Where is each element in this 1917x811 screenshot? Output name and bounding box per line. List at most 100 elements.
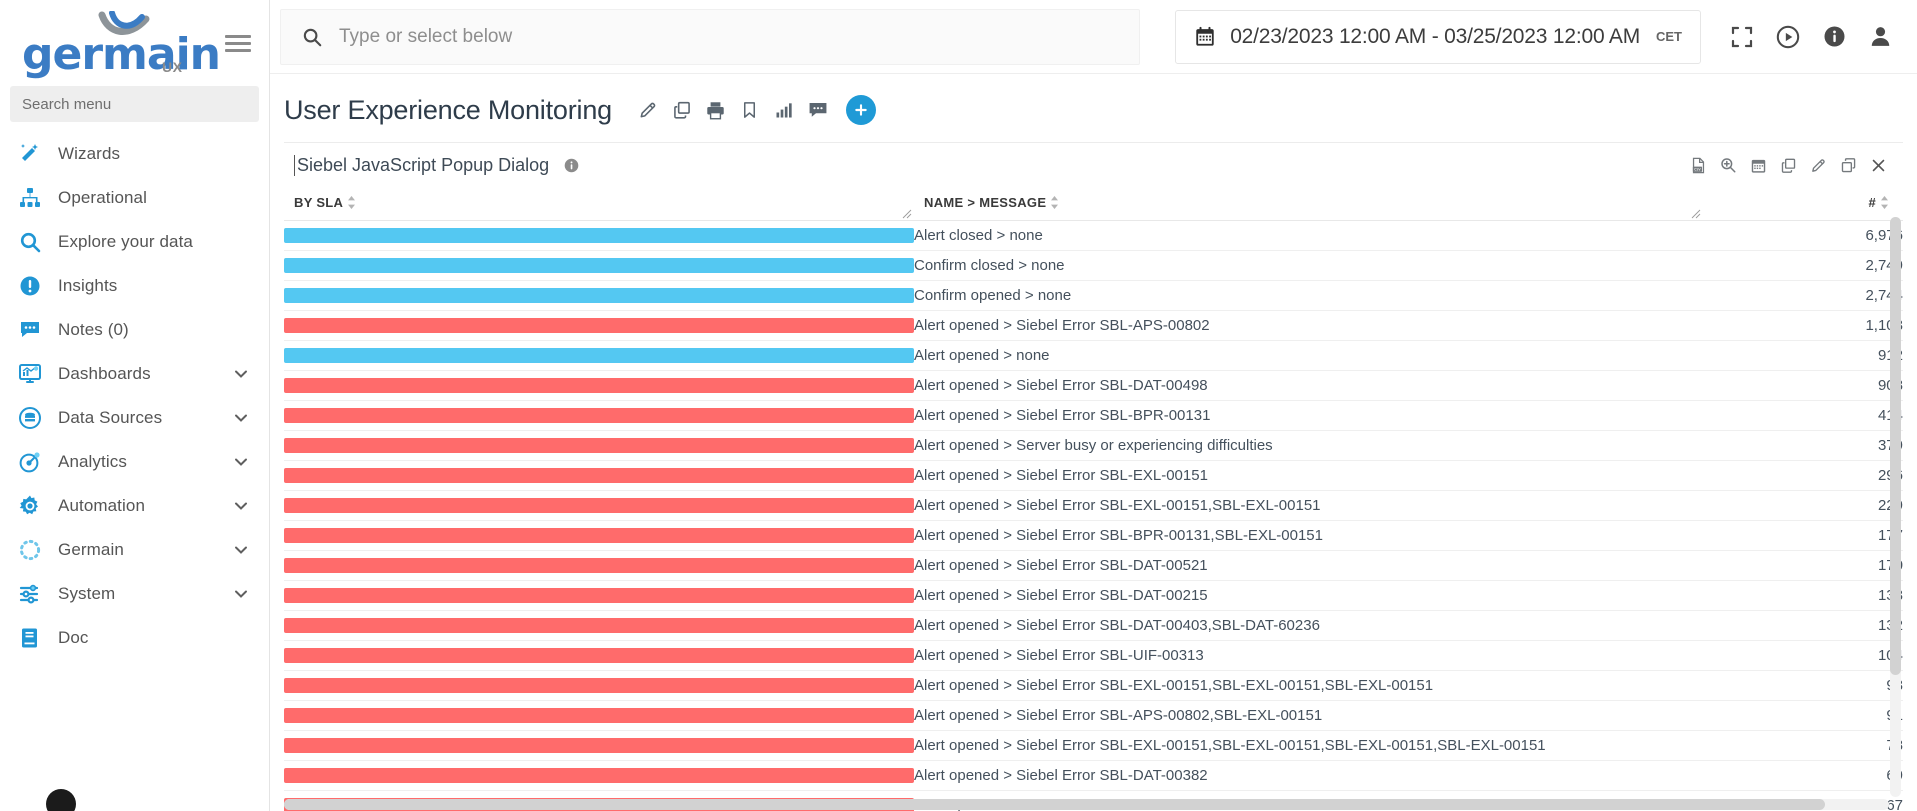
sidebar-item-germain[interactable]: Germain	[0, 528, 269, 572]
global-search-input[interactable]: Type or select below	[280, 8, 1140, 65]
play-icon[interactable]	[1765, 14, 1811, 60]
sla-bar-cell[interactable]	[284, 460, 914, 491]
message-cell[interactable]: Alert opened > none	[914, 340, 1703, 371]
message-cell[interactable]: Alert opened > Siebel Error SBL-APS-0080…	[914, 700, 1703, 731]
message-cell[interactable]: Alert opened > Siebel Error SBL-APS-0080…	[914, 310, 1703, 341]
table-row[interactable]: Alert opened > Siebel Error SBL-DAT-0040…	[284, 610, 1903, 641]
message-cell[interactable]: Alert opened > Siebel Error SBL-BPR-0013…	[914, 400, 1703, 431]
duplicate-icon[interactable]	[1835, 152, 1861, 178]
table-row[interactable]: Alert opened > Siebel Error SBL-UIF-0031…	[284, 640, 1903, 671]
table-row[interactable]: Confirm opened > none 2,744	[284, 280, 1903, 311]
sla-bar-cell[interactable]	[284, 670, 914, 701]
message-cell[interactable]: Alert opened > Siebel Error SBL-UIF-0031…	[914, 640, 1703, 671]
copy-icon[interactable]	[1775, 152, 1801, 178]
sidebar-item-doc[interactable]: Doc	[0, 616, 269, 660]
sidebar-item-analytics[interactable]: Analytics	[0, 440, 269, 484]
csv-export-icon[interactable]: csv	[1685, 152, 1711, 178]
sla-bar-cell[interactable]	[284, 340, 914, 371]
sidebar-item-explore-your-data[interactable]: Explore your data	[0, 220, 269, 264]
table-row[interactable]: Alert opened > Siebel Error SBL-DAT-0052…	[284, 550, 1903, 581]
table-row[interactable]: Alert opened > Siebel Error SBL-DAT-0021…	[284, 580, 1903, 611]
sla-bar-cell[interactable]	[284, 550, 914, 581]
collapse-handle[interactable]	[46, 789, 76, 811]
sidebar-search-input[interactable]: Search menu	[10, 86, 259, 122]
column-header-count[interactable]: #	[1703, 187, 1903, 221]
sidebar-item-dashboards[interactable]: Dashboards	[0, 352, 269, 396]
sla-bar-cell[interactable]	[284, 520, 914, 551]
horizontal-scrollbar[interactable]	[284, 799, 1889, 810]
table-row[interactable]: Alert closed > none 6,976	[284, 220, 1903, 251]
column-resize-handle[interactable]	[902, 209, 912, 219]
horizontal-scrollbar-thumb[interactable]	[284, 799, 1825, 810]
sidebar-item-insights[interactable]: Insights	[0, 264, 269, 308]
message-cell[interactable]: Confirm opened > none	[914, 280, 1703, 311]
column-resize-handle[interactable]	[1691, 209, 1701, 219]
table-row[interactable]: Alert opened > Siebel Error SBL-EXL-0015…	[284, 730, 1903, 761]
table-row[interactable]: Alert opened > Siebel Error SBL-APS-0080…	[284, 310, 1903, 341]
message-cell[interactable]: Confirm closed > none	[914, 250, 1703, 281]
edit-pencil-icon[interactable]	[1805, 152, 1831, 178]
column-header-by-sla[interactable]: BY SLA	[284, 187, 914, 221]
info-icon[interactable]	[563, 157, 580, 174]
table-row[interactable]: Confirm closed > none 2,749	[284, 250, 1903, 281]
date-range-picker[interactable]: 02/23/2023 12:00 AM - 03/25/2023 12:00 A…	[1175, 9, 1701, 64]
table-row[interactable]: Alert opened > Siebel Error SBL-APS-0080…	[284, 700, 1903, 731]
message-cell[interactable]: Alert opened > Server busy or experienci…	[914, 430, 1703, 461]
sla-bar-cell[interactable]	[284, 220, 914, 251]
info-icon[interactable]	[1811, 14, 1857, 60]
sla-bar-cell[interactable]	[284, 700, 914, 731]
message-cell[interactable]: Alert opened > Siebel Error SBL-EXL-0015…	[914, 670, 1703, 701]
message-cell[interactable]: Alert opened > Siebel Error SBL-DAT-0021…	[914, 580, 1703, 611]
message-cell[interactable]: Alert closed > none	[914, 220, 1703, 251]
widget-title[interactable]: Siebel JavaScript Popup Dialog	[294, 154, 549, 176]
chevron-down-icon[interactable]	[231, 496, 251, 516]
copy-icon[interactable]	[666, 94, 698, 126]
sidebar-item-automation[interactable]: Automation	[0, 484, 269, 528]
message-cell[interactable]: Alert opened > Siebel Error SBL-BPR-0013…	[914, 520, 1703, 551]
table-row[interactable]: Alert opened > Siebel Error SBL-BPR-0013…	[284, 520, 1903, 551]
sidebar-item-operational[interactable]: Operational	[0, 176, 269, 220]
table-row[interactable]: Alert opened > Siebel Error SBL-EXL-0015…	[284, 460, 1903, 491]
table-row[interactable]: Alert opened > Siebel Error SBL-BPR-0013…	[284, 400, 1903, 431]
close-icon[interactable]	[1865, 152, 1891, 178]
zoom-in-icon[interactable]	[1715, 152, 1741, 178]
sla-bar-cell[interactable]	[284, 640, 914, 671]
chevron-down-icon[interactable]	[231, 584, 251, 604]
message-cell[interactable]: Alert opened > Siebel Error SBL-EXL-0015…	[914, 460, 1703, 491]
chevron-down-icon[interactable]	[231, 452, 251, 472]
bookmark-icon[interactable]	[734, 94, 766, 126]
message-cell[interactable]: Alert opened > Siebel Error SBL-EXL-0015…	[914, 730, 1703, 761]
message-cell[interactable]: Alert opened > Siebel Error SBL-DAT-0049…	[914, 370, 1703, 401]
table-row[interactable]: Alert opened > Siebel Error SBL-DAT-0049…	[284, 370, 1903, 401]
sla-bar-cell[interactable]	[284, 580, 914, 611]
sla-bar-cell[interactable]	[284, 250, 914, 281]
chevron-down-icon[interactable]	[231, 364, 251, 384]
chevron-down-icon[interactable]	[231, 408, 251, 428]
edit-pencil-icon[interactable]	[632, 94, 664, 126]
sla-bar-cell[interactable]	[284, 310, 914, 341]
sla-bar-cell[interactable]	[284, 400, 914, 431]
bar-chart-icon[interactable]	[768, 94, 800, 126]
table-row[interactable]: Alert opened > Siebel Error SBL-EXL-0015…	[284, 490, 1903, 521]
user-icon[interactable]	[1857, 14, 1903, 60]
chevron-down-icon[interactable]	[231, 540, 251, 560]
sla-bar-cell[interactable]	[284, 430, 914, 461]
sidebar-item-wizards[interactable]: Wizards	[0, 132, 269, 176]
vertical-scrollbar-thumb[interactable]	[1890, 217, 1901, 675]
sla-bar-cell[interactable]	[284, 760, 914, 791]
table-row[interactable]: Alert opened > Siebel Error SBL-DAT-0038…	[284, 760, 1903, 791]
data-table-container[interactable]: BY SLA NAME > MESSAGE # Alert closed > n…	[284, 187, 1903, 811]
table-row[interactable]: Alert opened > Siebel Error SBL-EXL-0015…	[284, 670, 1903, 701]
sla-bar-cell[interactable]	[284, 370, 914, 401]
menu-toggle-icon[interactable]	[225, 31, 251, 56]
table-row[interactable]: Alert opened > none912	[284, 340, 1903, 371]
message-cell[interactable]: Alert opened > Siebel Error SBL-DAT-0040…	[914, 610, 1703, 641]
germain-logo[interactable]: germain UX	[10, 9, 221, 80]
sidebar-item-notes[interactable]: Notes (0)	[0, 308, 269, 352]
table-row[interactable]: Alert opened > Server busy or experienci…	[284, 430, 1903, 461]
vertical-scrollbar[interactable]	[1890, 217, 1901, 797]
sla-bar-cell[interactable]	[284, 490, 914, 521]
sla-bar-cell[interactable]	[284, 730, 914, 761]
message-cell[interactable]: Alert opened > Siebel Error SBL-DAT-0052…	[914, 550, 1703, 581]
add-widget-button[interactable]	[845, 95, 876, 125]
